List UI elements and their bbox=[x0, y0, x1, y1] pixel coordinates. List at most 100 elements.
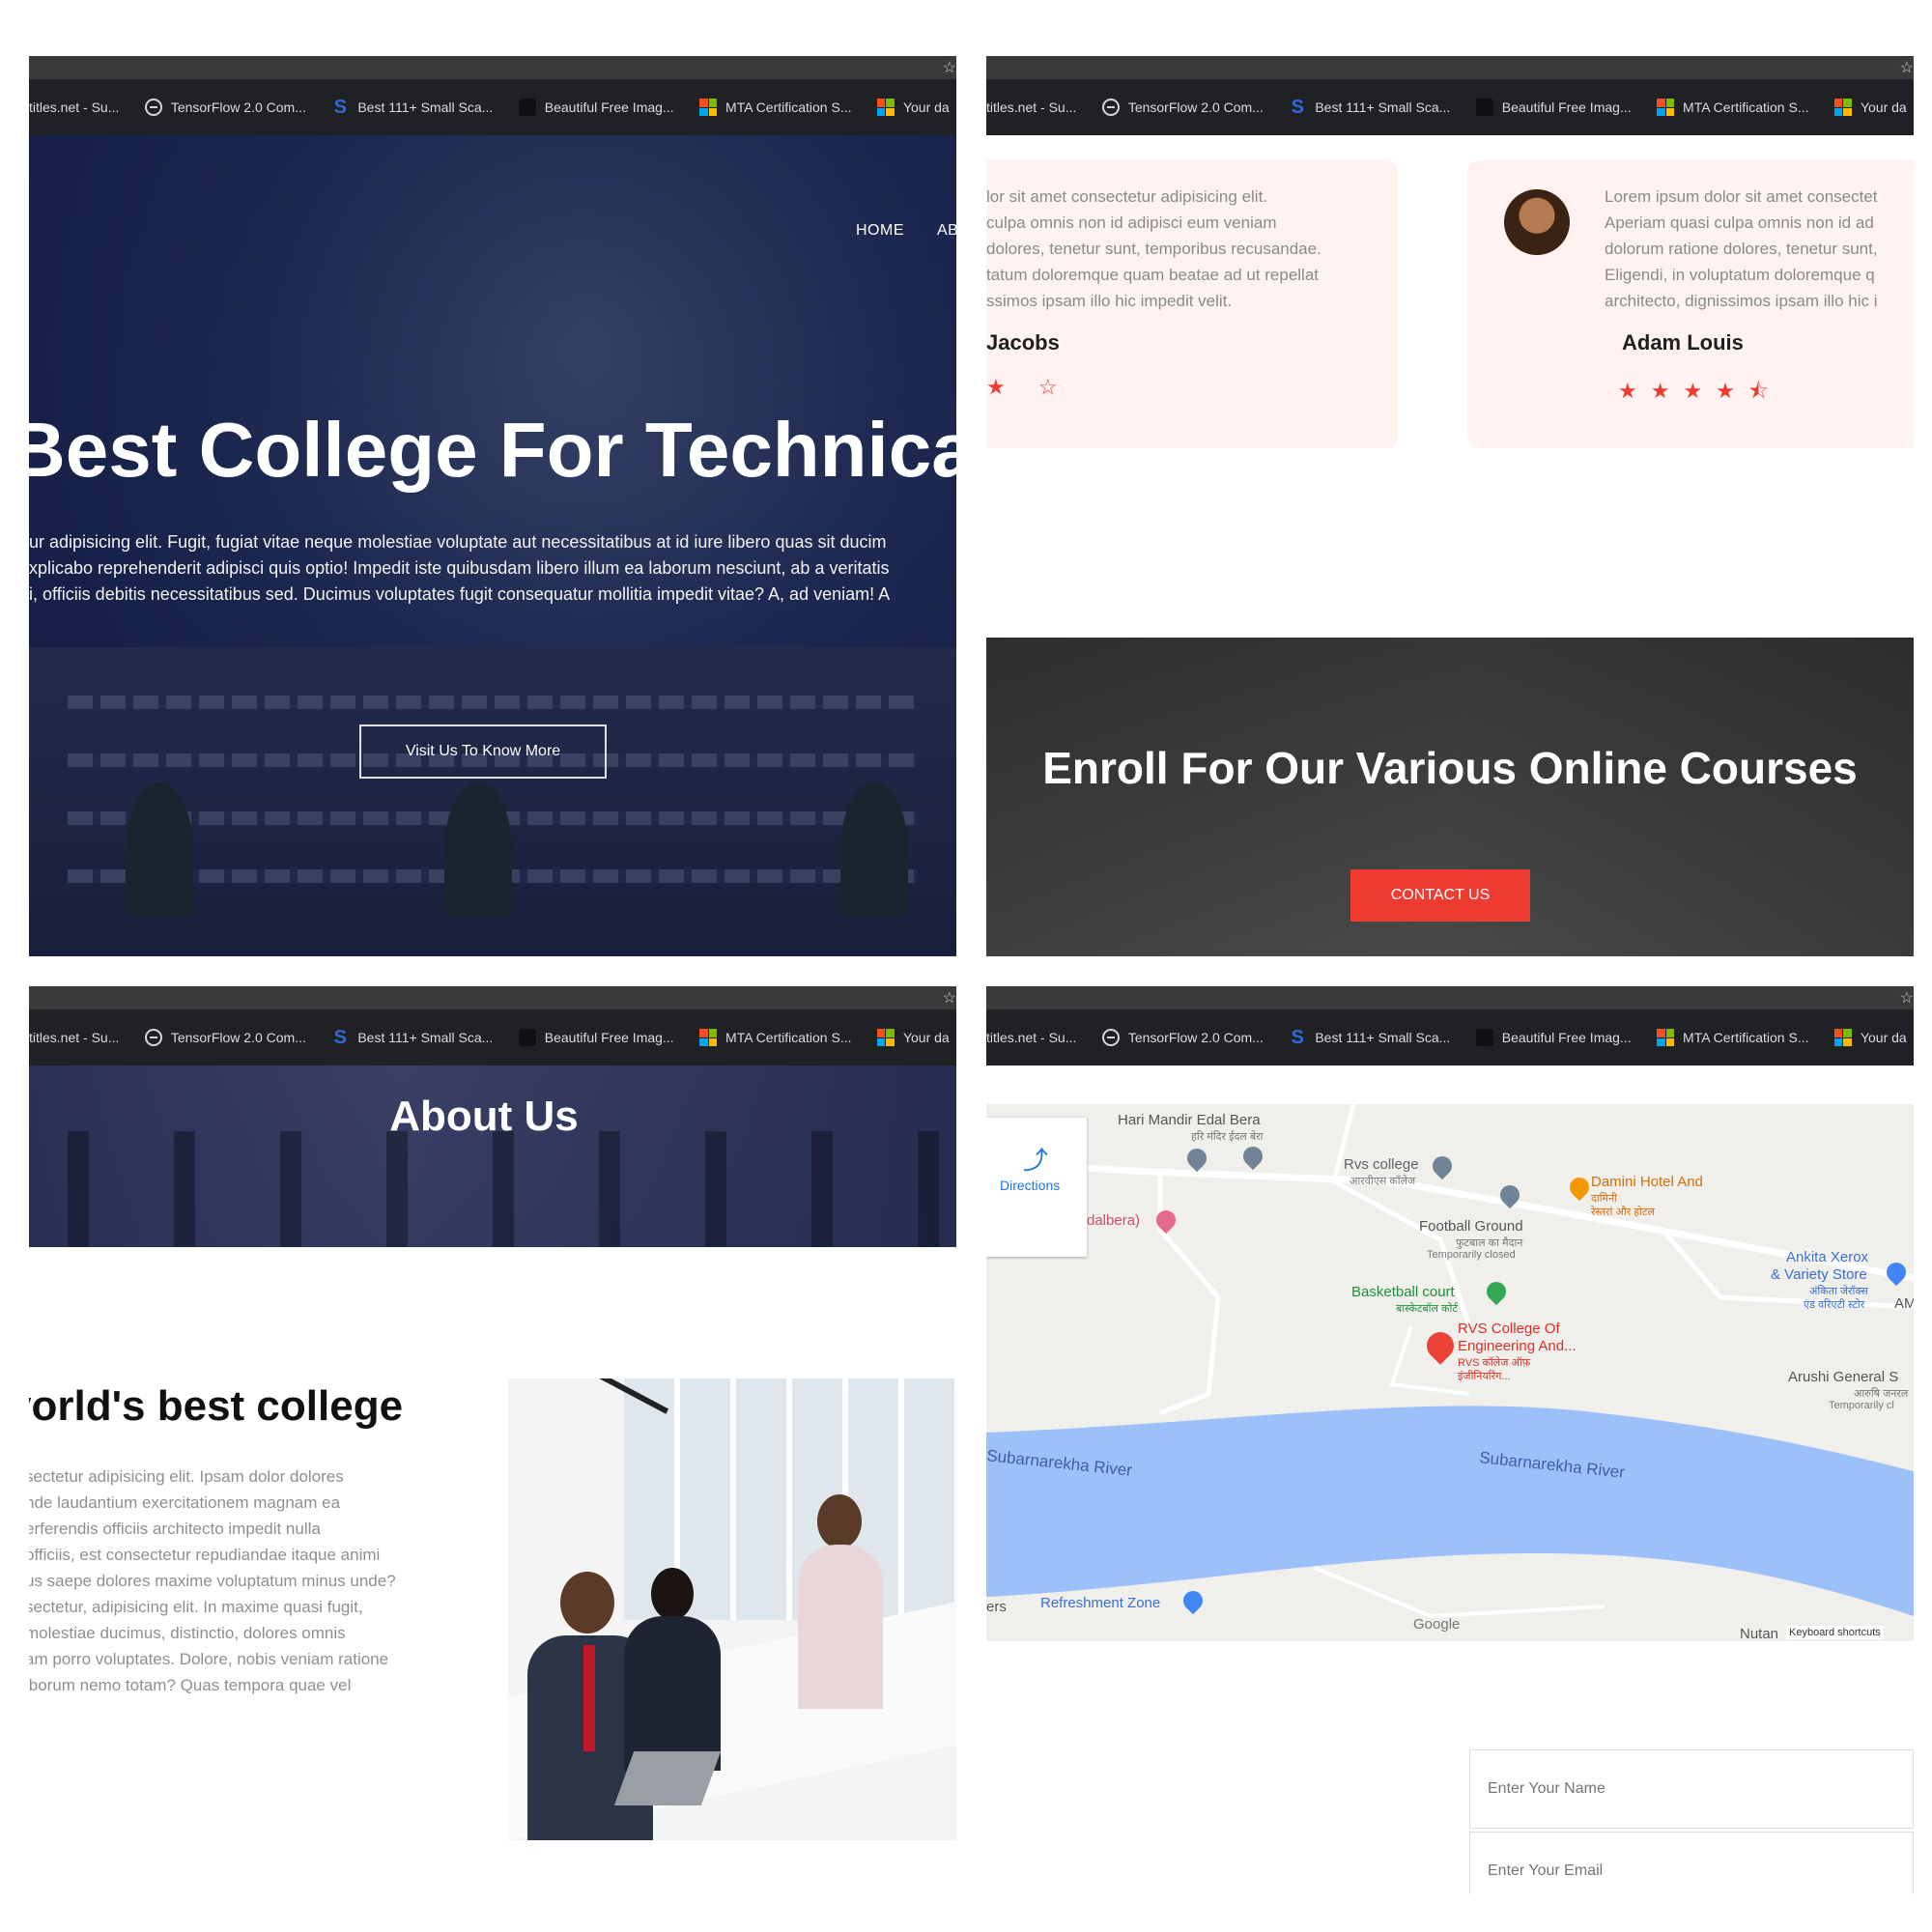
place-sublabel: RVS कॉलेज ऑफ़ bbox=[1458, 1357, 1531, 1369]
google-map[interactable]: ⤴ Directions Hari Mandir Edal Bera हरि म… bbox=[986, 1104, 1914, 1641]
hero-text-line: xplicabo reprehenderit adipisci quis opt… bbox=[29, 558, 890, 578]
bookmark-free-images[interactable]: Beautiful Free Imag... bbox=[518, 1009, 674, 1065]
about-screenshot: ☆ titles.net - Su... TensorFlow 2.0 Com.… bbox=[29, 986, 956, 1894]
place-label[interactable]: Damini Hotel And bbox=[1591, 1174, 1703, 1190]
globe-icon bbox=[1101, 99, 1120, 116]
bookmark-titles[interactable]: titles.net - Su... bbox=[29, 1009, 119, 1065]
bookmark-tensorflow[interactable]: TensorFlow 2.0 Com... bbox=[1101, 79, 1264, 135]
name-input[interactable] bbox=[1469, 1749, 1914, 1829]
place-label[interactable]: RVS College Of bbox=[1458, 1321, 1560, 1337]
image-site-icon bbox=[518, 1029, 536, 1046]
browser-tab-strip: ☆ bbox=[29, 986, 956, 1009]
bookmarks-bar: titles.net - Su... TensorFlow 2.0 Com...… bbox=[986, 79, 1914, 135]
bookmark-your-data[interactable]: Your da bbox=[876, 79, 950, 135]
visit-us-button[interactable]: Visit Us To Know More bbox=[359, 724, 607, 779]
google-logo: Google bbox=[1413, 1616, 1461, 1633]
bookmark-mta[interactable]: MTA Certification S... bbox=[699, 79, 852, 135]
bookmark-label: MTA Certification S... bbox=[725, 99, 852, 115]
testimonial-author: Adam Louis bbox=[1622, 330, 1744, 355]
bookmark-mta[interactable]: MTA Certification S... bbox=[1657, 79, 1809, 135]
about-text-line: sectetur adipisicing elit. Ipsam dolor d… bbox=[29, 1467, 344, 1486]
bookmark-tensorflow[interactable]: TensorFlow 2.0 Com... bbox=[144, 79, 306, 135]
contact-screenshot: ☆ titles.net - Su... TensorFlow 2.0 Com.… bbox=[986, 986, 1914, 1894]
place-status: Temporarily cl bbox=[1829, 1400, 1894, 1411]
place-sublabel: हरि मंदिर ईदल बेरा bbox=[1191, 1131, 1264, 1143]
bookmark-star-icon[interactable]: ☆ bbox=[1900, 988, 1914, 1008]
bookmark-tensorflow[interactable]: TensorFlow 2.0 Com... bbox=[144, 1009, 306, 1065]
bookmark-mta[interactable]: MTA Certification S... bbox=[1657, 1009, 1809, 1065]
bookmark-small-scale[interactable]: S Best 111+ Small Sca... bbox=[331, 79, 494, 135]
bookmark-star-icon[interactable]: ☆ bbox=[943, 58, 956, 77]
place-label[interactable]: dalbera) bbox=[1087, 1212, 1140, 1229]
email-input[interactable] bbox=[1469, 1832, 1914, 1894]
bookmark-tensorflow[interactable]: TensorFlow 2.0 Com... bbox=[1101, 1009, 1264, 1065]
bookmark-free-images[interactable]: Beautiful Free Imag... bbox=[518, 79, 674, 135]
bookmark-label: MTA Certification S... bbox=[1683, 99, 1809, 115]
hero-description: ur adipisicing elit. Fugit, fugiat vitae… bbox=[29, 529, 956, 608]
globe-icon bbox=[1101, 1029, 1120, 1046]
bookmark-titles[interactable]: titles.net - Su... bbox=[29, 79, 119, 135]
contact-us-button[interactable]: CONTACT US bbox=[1350, 869, 1530, 922]
bookmark-label: Best 111+ Small Sca... bbox=[357, 99, 494, 115]
about-text-line: molestiae ducimus, distinctio, dolores o… bbox=[29, 1624, 346, 1642]
place-label[interactable]: Basketball court bbox=[1351, 1284, 1455, 1300]
bookmark-your-data[interactable]: Your da bbox=[1833, 79, 1907, 135]
bookmark-titles[interactable]: titles.net - Su... bbox=[986, 79, 1076, 135]
place-label[interactable]: Football Ground bbox=[1419, 1218, 1523, 1235]
microsoft-icon bbox=[1833, 1029, 1852, 1046]
hero-title: Best College For Technica bbox=[29, 407, 956, 493]
testimonial-text: dolores, tenetur sunt, temporibus recusa… bbox=[986, 240, 1321, 258]
bookmark-free-images[interactable]: Beautiful Free Imag... bbox=[1475, 1009, 1632, 1065]
directions-icon: ⤴ bbox=[1023, 1146, 1049, 1175]
bookmark-label: TensorFlow 2.0 Com... bbox=[1127, 99, 1264, 115]
microsoft-icon bbox=[699, 1029, 718, 1046]
bookmark-label: titles.net - Su... bbox=[29, 99, 120, 115]
testimonial-card: lor sit amet consectetur adipisicing eli… bbox=[986, 160, 1398, 448]
bookmark-your-data[interactable]: Your da bbox=[876, 1009, 950, 1065]
testimonial-text: tatum doloremque quam beatae ad ut repel… bbox=[986, 266, 1320, 284]
hero-text-line: i, officiis debitis necessitatibus sed. … bbox=[29, 584, 891, 604]
image-site-icon bbox=[518, 99, 536, 116]
place-label[interactable]: Ankita Xerox bbox=[1786, 1249, 1868, 1265]
rating-stars: ★ ☆ bbox=[986, 375, 1071, 399]
bookmark-star-icon[interactable]: ☆ bbox=[943, 988, 956, 1008]
keyboard-shortcuts-link[interactable]: Keyboard shortcuts bbox=[1786, 1626, 1884, 1639]
bookmark-small-scale[interactable]: S Best 111+ Small Sca... bbox=[1289, 1009, 1451, 1065]
testimonial-text: Lorem ipsum dolor sit amet consectet bbox=[1605, 187, 1878, 206]
place-label[interactable]: Engineering And... bbox=[1458, 1338, 1577, 1354]
place-label[interactable]: ers bbox=[986, 1599, 1007, 1615]
bookmark-mta[interactable]: MTA Certification S... bbox=[699, 1009, 852, 1065]
bookmark-free-images[interactable]: Beautiful Free Imag... bbox=[1475, 79, 1632, 135]
place-label[interactable]: AM bbox=[1894, 1295, 1914, 1312]
about-text-line: am porro voluptates. Dolore, nobis venia… bbox=[29, 1650, 389, 1668]
bookmark-star-icon[interactable]: ☆ bbox=[1900, 58, 1914, 77]
place-label[interactable]: Hari Mandir Edal Bera bbox=[1118, 1112, 1261, 1128]
place-label[interactable]: Arushi General S bbox=[1788, 1369, 1898, 1385]
bookmark-small-scale[interactable]: S Best 111+ Small Sca... bbox=[331, 1009, 494, 1065]
enroll-section: Enroll For Our Various Online Courses CO… bbox=[986, 638, 1914, 956]
nav-about[interactable]: AB bbox=[937, 222, 956, 239]
bookmarks-bar: titles.net - Su... TensorFlow 2.0 Com...… bbox=[986, 1009, 1914, 1065]
bookmark-your-data[interactable]: Your da bbox=[1833, 1009, 1907, 1065]
rating-stars: ★★★★⯪ bbox=[1618, 379, 1782, 403]
bookmark-label: Your da bbox=[902, 99, 950, 115]
about-text-line: iborum nemo totam? Quas tempora quae vel bbox=[29, 1676, 352, 1694]
bookmark-small-scale[interactable]: S Best 111+ Small Sca... bbox=[1289, 79, 1451, 135]
directions-panel[interactable]: ⤴ Directions bbox=[986, 1118, 1087, 1257]
about-title: About Us bbox=[389, 1093, 579, 1140]
hero-text-line: ur adipisicing elit. Fugit, fugiat vitae… bbox=[29, 532, 887, 552]
place-sublabel: फुटबाल का मैदान bbox=[1456, 1237, 1523, 1249]
place-label[interactable]: & Variety Store bbox=[1771, 1266, 1867, 1283]
place-label[interactable]: Nutan bbox=[1740, 1626, 1778, 1641]
graduates-image bbox=[29, 1131, 956, 1247]
place-label[interactable]: Refreshment Zone bbox=[1040, 1595, 1160, 1611]
testimonial-text: lor sit amet consectetur adipisicing eli… bbox=[986, 187, 1268, 206]
about-text-line: officiis, est consectetur repudiandae it… bbox=[29, 1546, 381, 1564]
place-status: Temporarily closed bbox=[1427, 1249, 1516, 1261]
nav-home[interactable]: HOME bbox=[856, 222, 904, 239]
bookmark-label: titles.net - Su... bbox=[29, 1030, 120, 1045]
place-sublabel: आरुषि जनरल bbox=[1854, 1388, 1909, 1400]
place-label[interactable]: Rvs college bbox=[1344, 1156, 1419, 1173]
bookmarks-bar: titles.net - Su... TensorFlow 2.0 Com...… bbox=[29, 1009, 956, 1065]
bookmark-titles[interactable]: titles.net - Su... bbox=[986, 1009, 1076, 1065]
